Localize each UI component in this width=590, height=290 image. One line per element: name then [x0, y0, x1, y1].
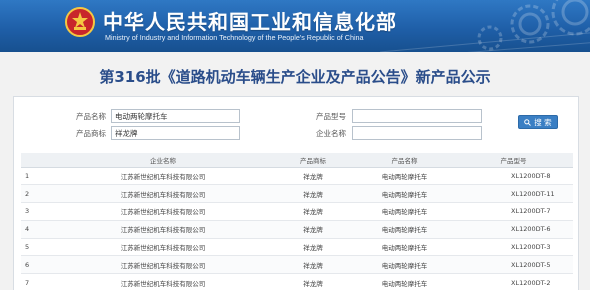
row-index: 6: [21, 255, 55, 275]
company-cell: 江苏新世纪机车科技有限公司: [55, 184, 271, 204]
brand-cell: 祥龙牌: [271, 202, 355, 221]
product-model-cell: XL1200DT-3: [454, 238, 573, 257]
company-cell: 江苏新世纪机车科技有限公司: [55, 273, 271, 290]
company-cell: 江苏新世纪机车科技有限公司: [55, 238, 271, 257]
product-name-cell: 电动两轮摩托车: [355, 238, 454, 257]
search-icon: [524, 118, 532, 126]
table-row[interactable]: 4 江苏新世纪机车科技有限公司 祥龙牌 电动两轮摩托车 XL1200DT-6: [21, 220, 573, 239]
header-banner: 中华人民共和国工业和信息化部 Ministry of Industry and …: [0, 0, 590, 52]
company-cell: 江苏新世纪机车科技有限公司: [55, 167, 271, 186]
row-index: 2: [21, 184, 55, 204]
product-name-label: 产品名称: [76, 112, 106, 121]
table-row[interactable]: 3 江苏新世纪机车科技有限公司 祥龙牌 电动两轮摩托车 XL1200DT-7: [21, 202, 573, 221]
product-name-cell: 电动两轮摩托车: [355, 167, 454, 186]
row-index: 4: [21, 220, 55, 239]
product-model-cell: XL1200DT-8: [454, 167, 573, 186]
brand-label: 产品商标: [76, 129, 106, 138]
company-label: 企业名称: [316, 129, 346, 138]
product-model-input[interactable]: [352, 109, 482, 123]
table-row[interactable]: 1 江苏新世纪机车科技有限公司 祥龙牌 电动两轮摩托车 XL1200DT-8: [21, 167, 573, 186]
national-emblem-icon: [65, 7, 95, 37]
page-title: 第316批《道路机动车辆生产企业及产品公告》新产品公示: [99, 68, 491, 86]
company-cell: 江苏新世纪机车科技有限公司: [55, 255, 271, 275]
brand-cell: 祥龙牌: [271, 184, 355, 204]
row-index: 1: [21, 167, 55, 186]
product-name-cell: 电动两轮摩托车: [355, 220, 454, 239]
company-cell: 江苏新世纪机车科技有限公司: [55, 220, 271, 239]
brand-input[interactable]: [111, 126, 240, 140]
brand-cell: 祥龙牌: [271, 167, 355, 186]
brand-cell: 祥龙牌: [271, 255, 355, 275]
table-row[interactable]: 6 江苏新世纪机车科技有限公司 祥龙牌 电动两轮摩托车 XL1200DT-5: [21, 255, 573, 275]
product-model-cell: XL1200DT-5: [454, 255, 573, 275]
column-header-company: 企业名称: [55, 153, 271, 168]
results-table: 企业名称 产品商标 产品名称 产品型号 1 江苏新世纪机车科技有限公司 祥龙牌 …: [21, 153, 573, 290]
search-button-label: 搜 索: [534, 117, 552, 127]
column-header-product-name: 产品名称: [355, 153, 454, 168]
search-button[interactable]: 搜 索: [518, 115, 558, 129]
product-name-cell: 电动两轮摩托车: [355, 202, 454, 221]
gear-decoration-icon: [380, 0, 590, 52]
row-index: 5: [21, 238, 55, 257]
column-header-brand: 产品商标: [271, 153, 355, 168]
table-row[interactable]: 5 江苏新世纪机车科技有限公司 祥龙牌 电动两轮摩托车 XL1200DT-3: [21, 238, 573, 257]
company-cell: 江苏新世纪机车科技有限公司: [55, 202, 271, 221]
product-model-cell: XL1200DT-2: [454, 273, 573, 290]
product-model-cell: XL1200DT-7: [454, 202, 573, 221]
product-name-cell: 电动两轮摩托车: [355, 184, 454, 204]
ministry-subtitle: Ministry of Industry and Information Tec…: [105, 33, 364, 42]
search-panel: 产品名称 产品型号 产品商标 企业名称 搜 索 企业名称 产品商标 产品名称 产…: [13, 96, 579, 290]
product-name-cell: 电动两轮摩托车: [355, 273, 454, 290]
product-model-cell: XL1200DT-11: [454, 184, 573, 204]
product-model-cell: XL1200DT-6: [454, 220, 573, 239]
table-header-row: 企业名称 产品商标 产品名称 产品型号: [21, 153, 573, 168]
product-name-cell: 电动两轮摩托车: [355, 255, 454, 275]
brand-cell: 祥龙牌: [271, 220, 355, 239]
product-name-input[interactable]: [111, 109, 240, 123]
column-header-index: [21, 153, 55, 168]
row-index: 7: [21, 273, 55, 290]
brand-cell: 祥龙牌: [271, 238, 355, 257]
brand-cell: 祥龙牌: [271, 273, 355, 290]
ministry-title: 中华人民共和国工业和信息化部: [103, 10, 397, 34]
company-input[interactable]: [352, 126, 482, 140]
table-row[interactable]: 2 江苏新世纪机车科技有限公司 祥龙牌 电动两轮摩托车 XL1200DT-11: [21, 184, 573, 204]
column-header-product-model: 产品型号: [454, 153, 573, 168]
table-row[interactable]: 7 江苏新世纪机车科技有限公司 祥龙牌 电动两轮摩托车 XL1200DT-2: [21, 273, 573, 290]
product-model-label: 产品型号: [316, 112, 346, 121]
row-index: 3: [21, 202, 55, 221]
